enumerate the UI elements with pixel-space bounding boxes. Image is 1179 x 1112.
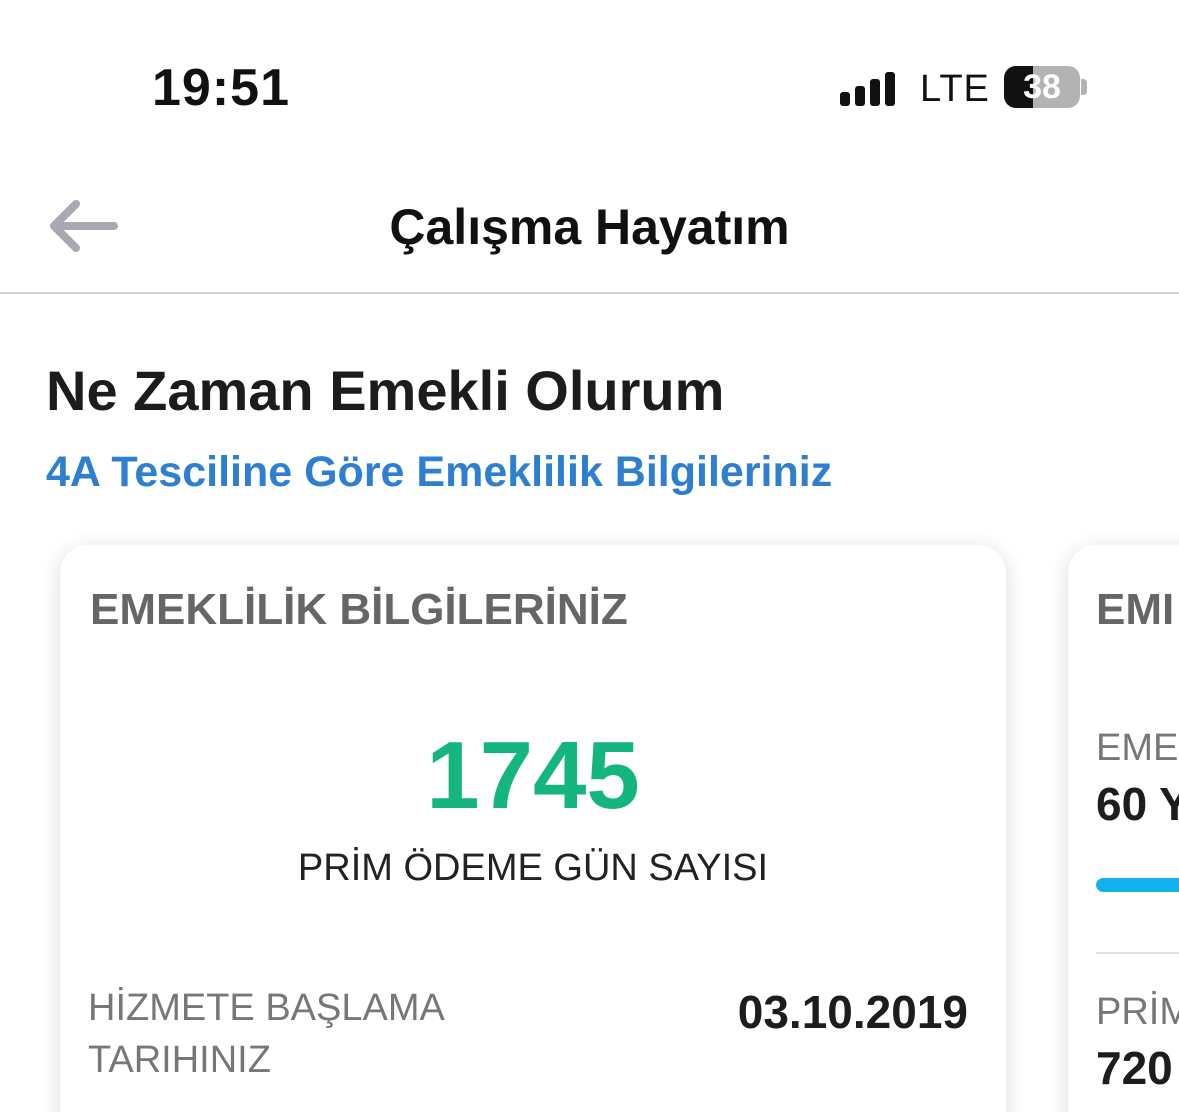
premium-days-count: 1745 <box>426 722 640 829</box>
required-premium-label: PRİM <box>1096 991 1179 1033</box>
progress-bar <box>1096 878 1179 892</box>
card-divider <box>1096 952 1179 954</box>
card-title: EMEKLİLİK BİLGİLERİNİZ <box>90 585 628 634</box>
signal-icon <box>840 70 900 106</box>
status-time: 19:51 <box>152 59 290 117</box>
service-start-label: HİZMETE BAŞLAMA TARIHINIZ <box>88 987 443 1081</box>
section-subheading: 4A Tesciline Göre Emeklilik Bilgileriniz <box>46 448 833 496</box>
section-heading: Ne Zaman Emekli Olurum <box>46 359 725 422</box>
battery-level: 38 <box>1023 68 1061 106</box>
page-title: Çalışma Hayatım <box>389 199 790 255</box>
nav-divider <box>0 292 1179 294</box>
service-start-date: 03.10.2019 <box>737 986 968 1038</box>
network-type: LTE <box>920 68 990 110</box>
battery-tip <box>1081 79 1087 95</box>
retirement-age-label: EME <box>1096 727 1179 769</box>
screen: 19:51 LTE 38 Çalışma Hayatım Ne Zaman Em… <box>0 0 1179 1112</box>
premium-days-label: PRİM ÖDEME GÜN SAYISI <box>297 847 769 889</box>
battery-icon: 38 <box>1004 66 1080 108</box>
retirement-age-value: 60 Y <box>1096 778 1179 830</box>
progress-fill <box>1096 878 1179 892</box>
required-premium-value: 720 <box>1096 1042 1173 1094</box>
retirement-info-card[interactable]: EMEKLİLİK BİLGİLERİNİZ 1745 PRİM ÖDEME G… <box>60 545 1006 1112</box>
retirement-age-card[interactable]: EMI EME 60 Y PRİM 720 <box>1068 545 1179 1112</box>
card-title: EMI <box>1096 585 1175 634</box>
